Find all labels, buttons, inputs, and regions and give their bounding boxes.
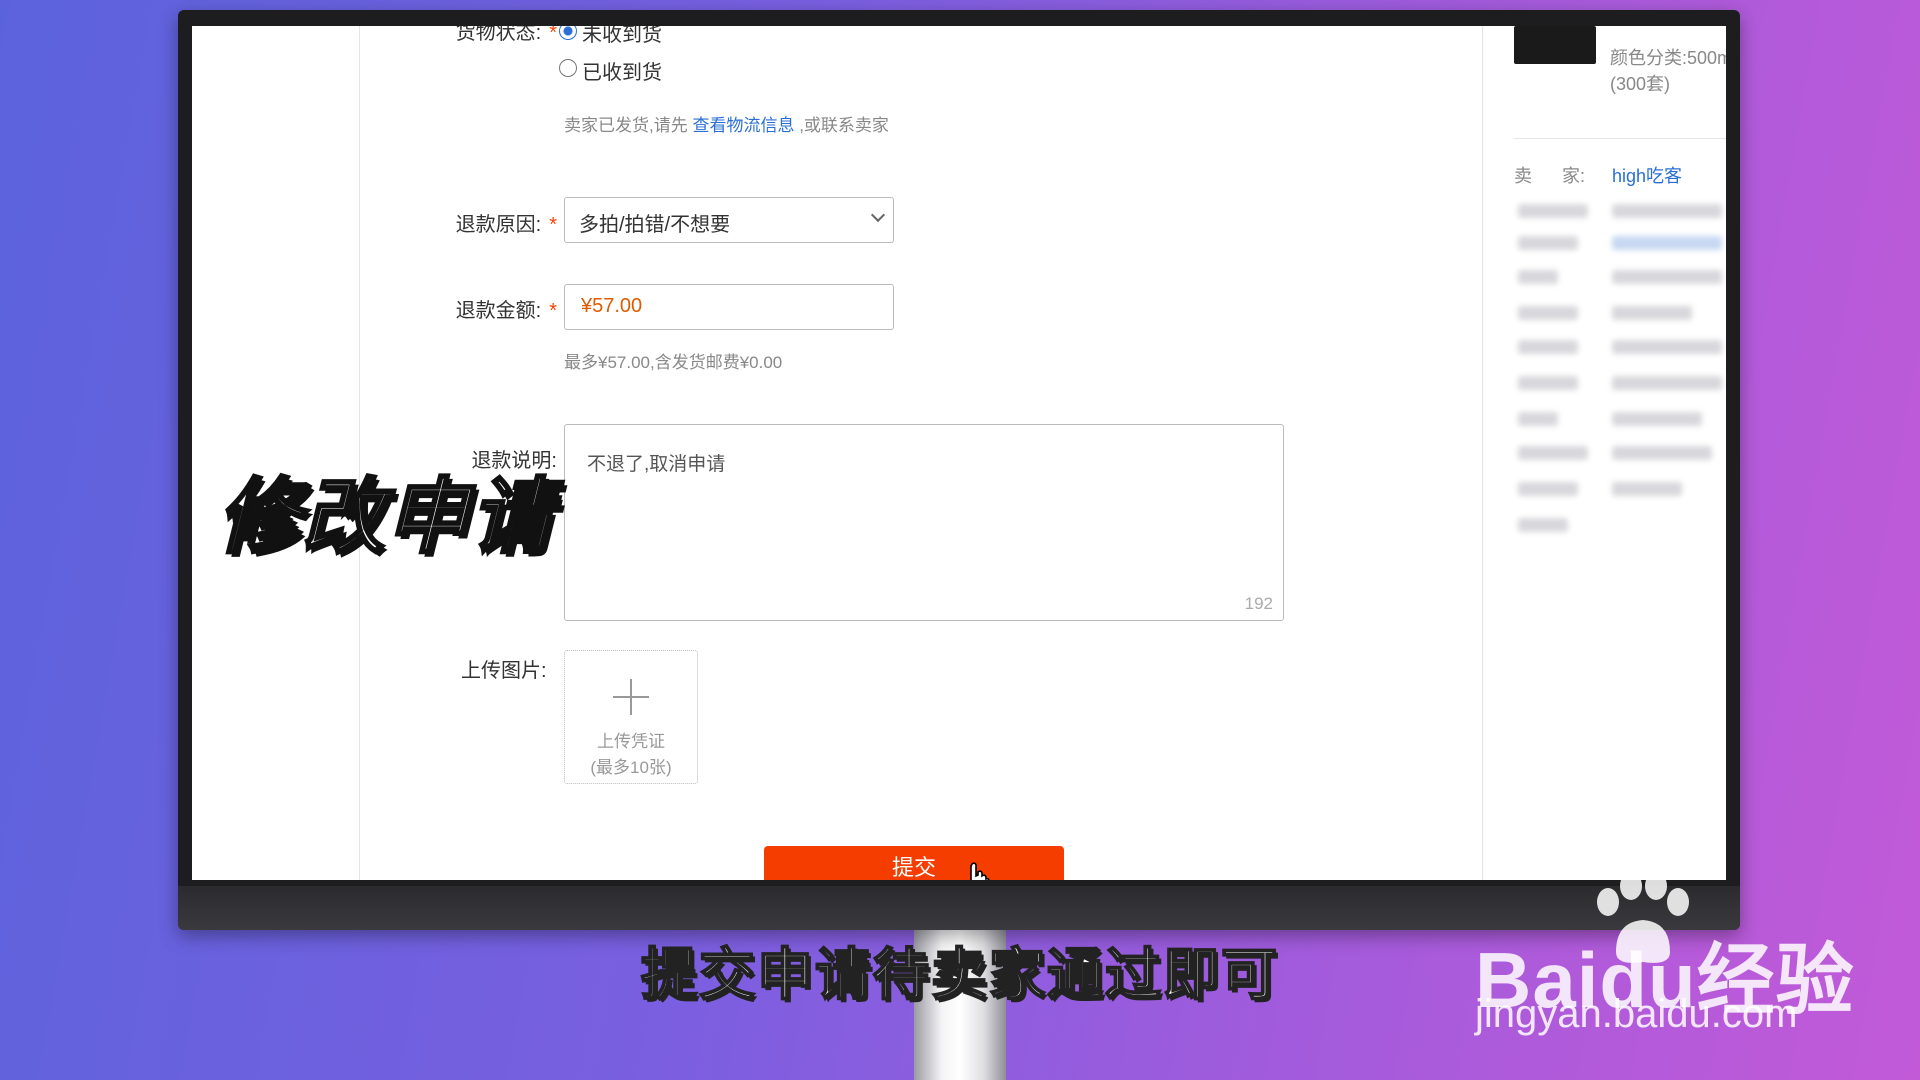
watermark-url: jingyan.baidu.com bbox=[1475, 992, 1798, 1036]
plus-icon bbox=[613, 679, 649, 715]
blurred-field bbox=[1612, 340, 1722, 354]
product-variant: 颜色分类:500ml bbox=[1610, 48, 1726, 68]
blurred-field bbox=[1612, 446, 1712, 460]
amount-input[interactable]: ¥57.00 bbox=[564, 284, 894, 330]
submit-button[interactable]: 提交 bbox=[764, 846, 1064, 880]
radio-not-received[interactable] bbox=[559, 26, 577, 40]
upload-label: 上传图片: bbox=[461, 660, 547, 682]
goods-status-label: 货物状态: * bbox=[455, 26, 557, 44]
blurred-field bbox=[1518, 412, 1558, 426]
blurred-field bbox=[1612, 412, 1702, 426]
blurred-field bbox=[1612, 482, 1682, 496]
logistics-link[interactable]: 查看物流信息 bbox=[692, 116, 794, 135]
overlay-title: 修改申请 bbox=[217, 469, 554, 567]
blurred-field bbox=[1612, 236, 1722, 250]
blurred-field bbox=[1518, 270, 1558, 284]
blurred-field bbox=[1518, 376, 1578, 390]
radio-received[interactable] bbox=[559, 59, 577, 77]
blurred-field bbox=[1518, 204, 1588, 218]
seller-name-link[interactable]: high吃客 bbox=[1612, 162, 1682, 188]
amount-hint: 最多¥57.00,含发货邮费¥0.00 bbox=[564, 353, 783, 372]
radio-received-label: 已收到货 bbox=[582, 62, 662, 84]
blurred-field bbox=[1518, 236, 1578, 250]
blurred-field bbox=[1518, 340, 1578, 354]
blurred-field bbox=[1518, 518, 1568, 532]
blurred-field bbox=[1518, 482, 1578, 496]
blurred-field bbox=[1612, 306, 1692, 320]
seller-label: 卖 家: bbox=[1514, 166, 1586, 186]
product-qty: (300套) bbox=[1610, 74, 1671, 94]
product-thumbnail[interactable] bbox=[1514, 26, 1596, 64]
reason-label: 退款原因: * bbox=[455, 214, 557, 236]
blurred-field bbox=[1612, 376, 1722, 390]
upload-text-line1: 上传凭证 bbox=[597, 732, 665, 751]
divider-right bbox=[1482, 26, 1483, 880]
shipping-hint: 卖家已发货,请先 查看物流信息 ,或联系卖家 bbox=[564, 116, 889, 135]
reason-select[interactable]: 多拍/拍错/不想要 bbox=[564, 197, 894, 243]
desc-textarea[interactable]: 不退了,取消申请 192 bbox=[564, 424, 1284, 621]
amount-value: ¥57.00 bbox=[581, 295, 643, 317]
blurred-field bbox=[1612, 204, 1722, 218]
upload-button[interactable]: 上传凭证 (最多10张) bbox=[564, 650, 698, 784]
upload-text-line2: (最多10张) bbox=[590, 758, 672, 777]
radio-not-received-label: 未收到货 bbox=[582, 26, 662, 46]
blurred-field bbox=[1612, 270, 1722, 284]
blurred-field bbox=[1518, 446, 1588, 460]
desc-counter: 192 bbox=[1244, 594, 1273, 613]
sidebar-divider bbox=[1514, 138, 1726, 139]
chevron-down-icon bbox=[870, 207, 886, 223]
reason-value: 多拍/拍错/不想要 bbox=[579, 214, 731, 236]
hand-cursor-icon bbox=[970, 862, 990, 880]
blurred-field bbox=[1518, 306, 1578, 320]
desc-value: 不退了,取消申请 bbox=[587, 454, 726, 475]
amount-label: 退款金额: * bbox=[455, 300, 557, 322]
